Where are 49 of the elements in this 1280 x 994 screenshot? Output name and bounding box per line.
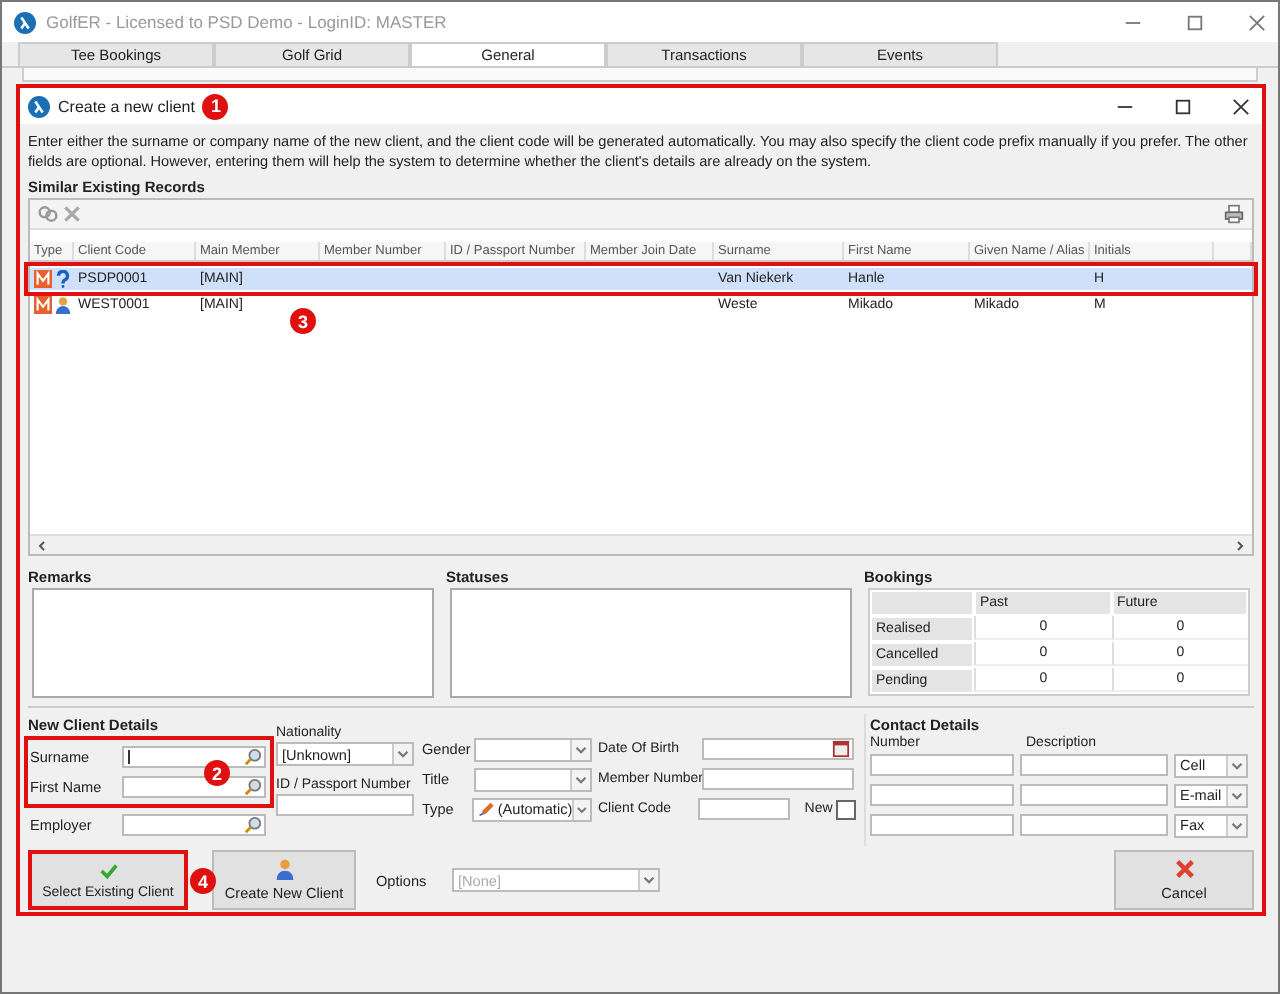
- search-icon[interactable]: [244, 748, 262, 766]
- member-icon: [34, 270, 52, 288]
- dropdown-arrow-icon[interactable]: [570, 769, 590, 789]
- close-icon[interactable]: [1232, 97, 1250, 115]
- delete-icon[interactable]: [62, 204, 82, 224]
- annotation-number: 4: [190, 868, 216, 894]
- contact-description-field[interactable]: [1020, 784, 1168, 806]
- contact-number-field[interactable]: [870, 784, 1014, 806]
- annotation-number: 1: [202, 93, 229, 119]
- date-of-birth-field[interactable]: [702, 738, 854, 760]
- close-icon: [1173, 858, 1195, 880]
- horizontal-scrollbar[interactable]: [30, 534, 1252, 554]
- link-icon[interactable]: [38, 204, 58, 224]
- dropdown-arrow-icon[interactable]: [1226, 755, 1246, 775]
- statuses-box[interactable]: [450, 588, 852, 698]
- app-logo-icon: [28, 95, 50, 117]
- dialog-title: Create a new client: [58, 97, 195, 115]
- member-number-field[interactable]: [702, 768, 854, 790]
- maximize-icon[interactable]: [1174, 97, 1192, 115]
- employer-field[interactable]: [122, 814, 266, 836]
- dropdown-arrow-icon[interactable]: [570, 739, 590, 759]
- member-icon: [34, 296, 52, 314]
- new-checkbox[interactable]: [836, 799, 856, 819]
- contact-description-field[interactable]: [1020, 754, 1168, 776]
- contact-description-field[interactable]: [1020, 814, 1168, 836]
- calendar-icon[interactable]: [832, 740, 850, 758]
- id-number-field[interactable]: [276, 794, 414, 816]
- help-icon: [54, 270, 72, 288]
- app-logo-icon: [14, 11, 36, 33]
- person-icon: [273, 858, 295, 880]
- scroll-left-icon[interactable]: [36, 539, 48, 551]
- remarks-box[interactable]: [32, 588, 434, 698]
- check-icon: [97, 860, 119, 882]
- dropdown-arrow-icon[interactable]: [392, 744, 412, 764]
- dropdown-arrow-icon[interactable]: [1226, 785, 1246, 805]
- search-icon[interactable]: [244, 816, 262, 834]
- contact-number-field[interactable]: [870, 814, 1014, 836]
- person-icon: [54, 296, 72, 314]
- contact-number-field[interactable]: [870, 754, 1014, 776]
- print-icon[interactable]: [1224, 204, 1244, 224]
- scroll-right-icon[interactable]: [1234, 539, 1246, 551]
- dropdown-arrow-icon[interactable]: [1226, 815, 1246, 835]
- surname-field[interactable]: [122, 746, 266, 768]
- window-title: GolfER - Licensed to PSD Demo - LoginID: MASTER: [46, 12, 447, 32]
- pencil-icon: [478, 800, 494, 818]
- search-icon[interactable]: [244, 778, 262, 796]
- annotation-number: 3: [290, 308, 316, 334]
- client-code-field[interactable]: [698, 798, 791, 820]
- first-name-field[interactable]: [122, 776, 266, 798]
